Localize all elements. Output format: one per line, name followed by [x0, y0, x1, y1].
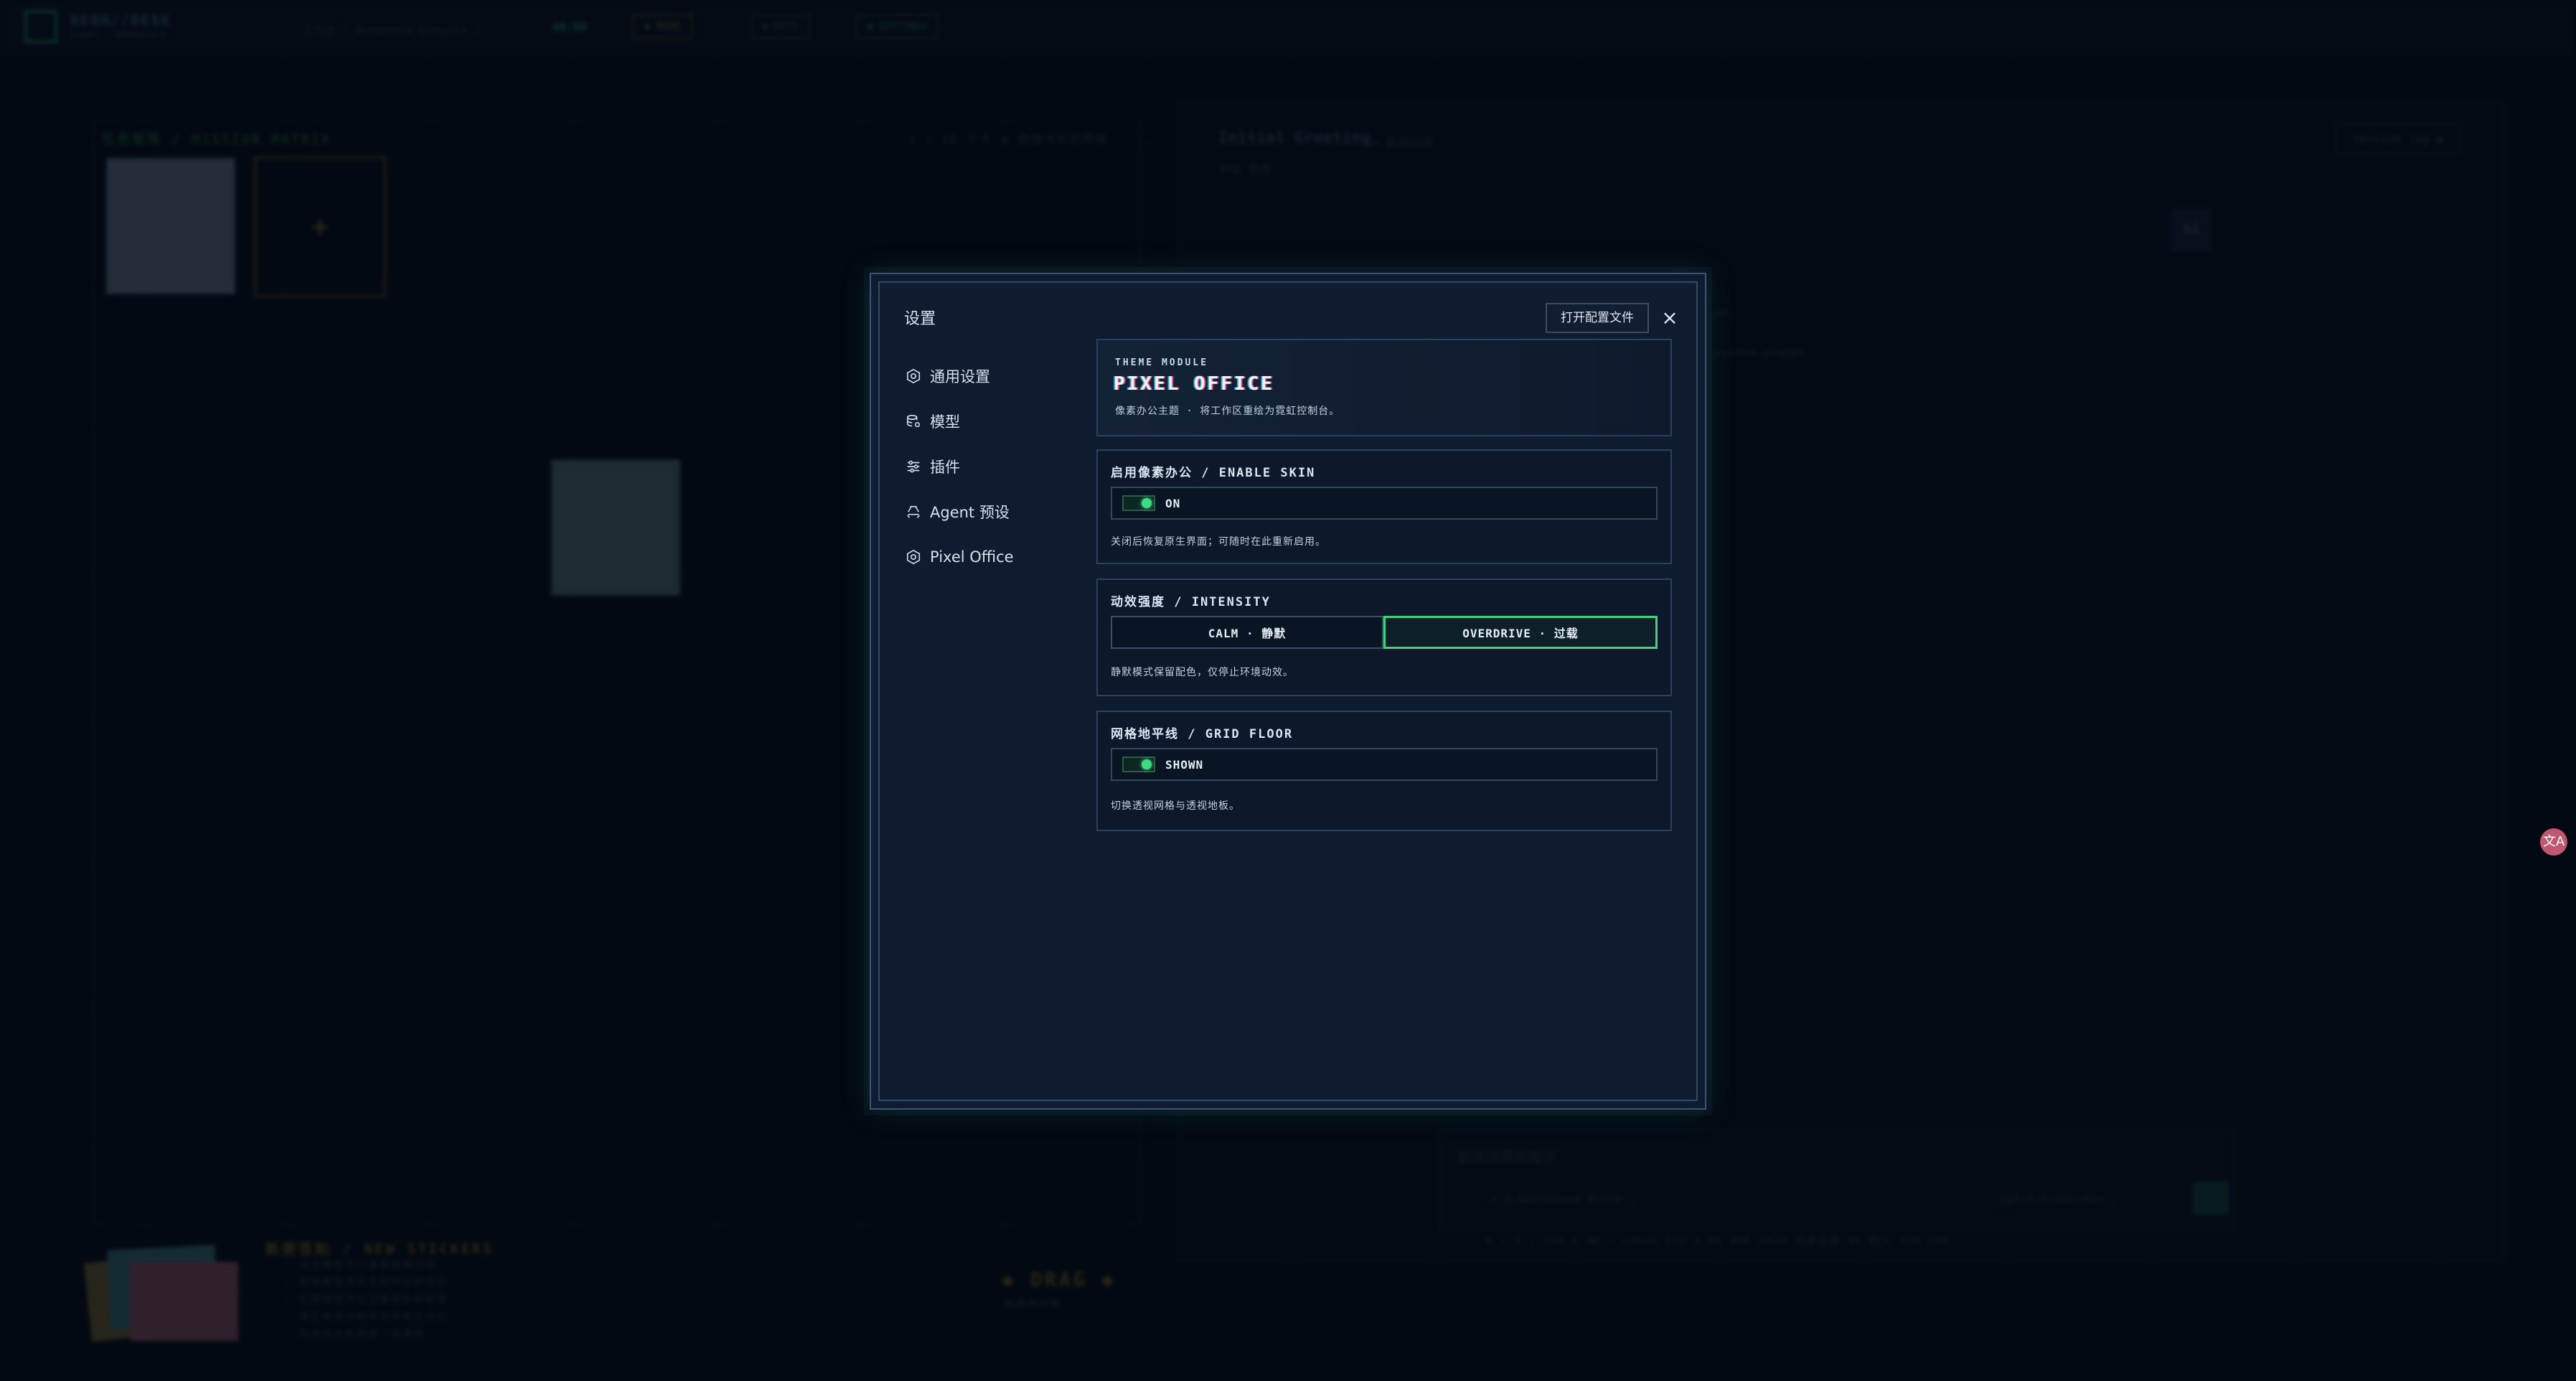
- toggle-knob: [1142, 759, 1152, 769]
- nav-item-model[interactable]: 模型: [904, 398, 1062, 444]
- theme-module-label: THEME MODULE: [1115, 357, 1208, 368]
- toggle-knob: [1142, 498, 1152, 508]
- nav-item-agent-presets[interactable]: Agent 预设: [904, 489, 1062, 534]
- nav-item-label: Agent 预设: [930, 503, 1010, 521]
- enable-skin-state: ON: [1165, 496, 1181, 510]
- recycle-icon: [904, 502, 923, 521]
- theme-module-card: THEME MODULE PIXEL OFFICE 像素办公主题 · 将工作区重…: [1096, 339, 1672, 436]
- toggle-switch[interactable]: [1122, 495, 1155, 511]
- intensity-calm-button[interactable]: CALM · 静默: [1111, 616, 1383, 649]
- nav-item-pixel-office[interactable]: Pixel Office: [904, 534, 1062, 579]
- settings-dialog: 设置 打开配置文件 × 通用设置 模型 插件 Agent 预设 Pixel Of…: [870, 273, 1706, 1110]
- enable-skin-section: 启用像素办公 / ENABLE SKIN ON 关闭后恢复原生界面；可随时在此重…: [1096, 449, 1672, 564]
- grid-floor-state: SHOWN: [1165, 757, 1204, 772]
- enable-skin-note: 关闭后恢复原生界面；可随时在此重新启用。: [1111, 536, 1326, 548]
- toggle-switch[interactable]: [1122, 757, 1155, 772]
- intensity-overdrive-button[interactable]: OVERDRIVE · 过载: [1383, 616, 1658, 649]
- nav-item-label: 模型: [930, 413, 960, 431]
- enable-skin-toggle[interactable]: ON: [1111, 487, 1658, 520]
- nav-item-label: Pixel Office: [930, 548, 1014, 566]
- open-config-button[interactable]: 打开配置文件: [1546, 303, 1649, 333]
- grid-floor-toggle[interactable]: SHOWN: [1111, 748, 1658, 781]
- settings-nav: 通用设置 模型 插件 Agent 预设 Pixel Office: [904, 353, 1062, 579]
- intensity-segmented-control: CALM · 静默 OVERDRIVE · 过载: [1111, 616, 1658, 649]
- enable-skin-title: 启用像素办公 / ENABLE SKIN: [1111, 466, 1316, 480]
- gear-icon: [904, 548, 923, 566]
- theme-module-description: 像素办公主题 · 将工作区重绘为霓虹控制台。: [1115, 406, 1340, 417]
- nav-item-general[interactable]: 通用设置: [904, 353, 1062, 398]
- grid-floor-title: 网格地平线 / GRID FLOOR: [1111, 727, 1294, 741]
- nav-item-plugins[interactable]: 插件: [904, 444, 1062, 489]
- intensity-note: 静默模式保留配色，仅停止环境动效。: [1111, 667, 1294, 678]
- settings-title: 设置: [904, 310, 936, 328]
- nav-item-label: 插件: [930, 458, 960, 476]
- theme-module-title: PIXEL OFFICE: [1114, 373, 1274, 395]
- database-gear-icon: [904, 412, 923, 431]
- nav-item-label: 通用设置: [930, 368, 990, 385]
- intensity-title: 动效强度 / INTENSITY: [1111, 595, 1271, 609]
- intensity-section: 动效强度 / INTENSITY CALM · 静默 OVERDRIVE · 过…: [1096, 579, 1672, 696]
- gear-icon: [904, 367, 923, 385]
- grid-floor-section: 网格地平线 / GRID FLOOR SHOWN 切换透视网格与透视地板。: [1096, 711, 1672, 831]
- close-icon[interactable]: ×: [1658, 306, 1682, 330]
- grid-floor-note: 切换透视网格与透视地板。: [1111, 800, 1240, 812]
- translate-button[interactable]: 文A: [2540, 828, 2567, 856]
- sliders-icon: [904, 457, 923, 476]
